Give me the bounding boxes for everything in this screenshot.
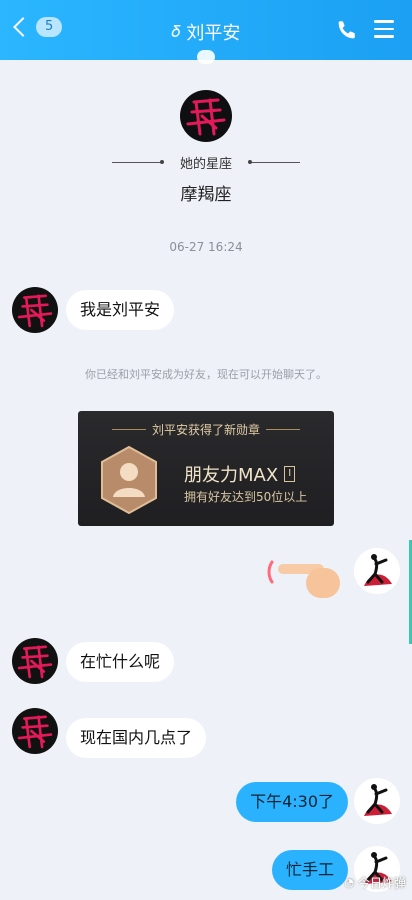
- watermark-text: 今日炸弹: [357, 876, 406, 890]
- phone-icon[interactable]: [336, 19, 358, 41]
- medal-description: 拥有好友达到50位以上: [184, 490, 308, 504]
- contact-name: 刘平安: [186, 23, 241, 44]
- constellation-label: 她的星座: [179, 157, 232, 172]
- medal-header-text: 刘平安获得了新勋章: [151, 423, 260, 437]
- constellation-row: 她的星座: [112, 153, 300, 172]
- finger-point-icon: [267, 560, 340, 598]
- message-bubble[interactable]: 我是刘平安: [66, 290, 175, 330]
- medal-level: I: [284, 466, 296, 482]
- medal-header: 刘平安获得了新勋章: [78, 421, 334, 438]
- divider: [247, 160, 300, 164]
- system-note: 你已经和刘平安成为好友，现在可以开始聊天了。: [85, 368, 327, 381]
- medal-card[interactable]: 刘平安获得了新勋章 朋友力MAX I 拥有好友达到50位以上: [78, 411, 334, 526]
- medal-name: 朋友力MAX: [184, 465, 279, 486]
- my-avatar[interactable]: [354, 778, 400, 824]
- watermark: ◔ 今日炸弹: [344, 874, 406, 891]
- message-timestamp: 06-27 16:24: [169, 240, 243, 254]
- contact-avatar[interactable]: [180, 90, 232, 142]
- contact-avatar[interactable]: [12, 708, 58, 754]
- chat-bubble-icon: ◔: [344, 876, 354, 889]
- pull-indicator: [197, 50, 215, 64]
- contact-avatar[interactable]: [12, 287, 58, 333]
- my-avatar[interactable]: [354, 548, 400, 594]
- medal-title: 朋友力MAX I: [184, 461, 296, 487]
- message-bubble[interactable]: 现在国内几点了: [66, 718, 207, 758]
- contact-avatar[interactable]: [12, 638, 58, 684]
- my-message-bubble[interactable]: 忙手工: [271, 850, 348, 890]
- constellation-value: 摩羯座: [180, 185, 232, 205]
- divider: [112, 160, 164, 164]
- friends-medal-icon: [101, 445, 157, 515]
- message-bubble[interactable]: 在忙什么呢: [66, 642, 175, 682]
- my-message-bubble[interactable]: 下午4:30了: [236, 782, 348, 822]
- ear-icon: 𝛿: [171, 22, 181, 41]
- menu-icon[interactable]: [374, 20, 394, 38]
